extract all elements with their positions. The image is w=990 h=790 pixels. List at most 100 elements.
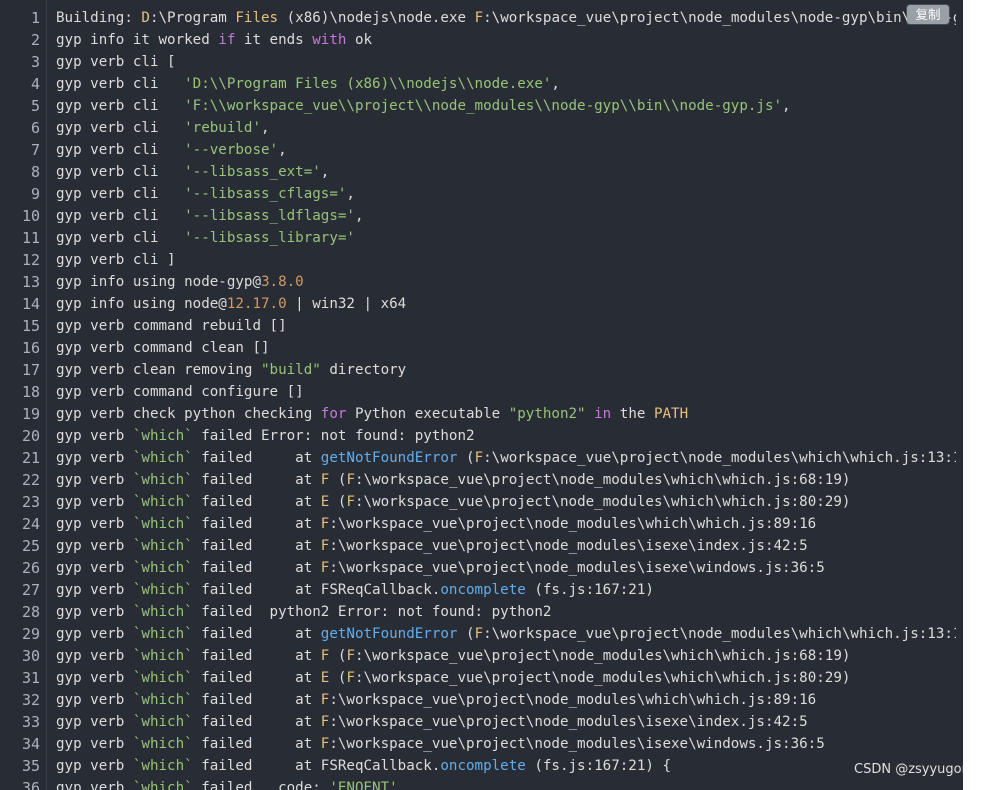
code-line: 7 gyp verb cli '--verbose', <box>0 139 963 161</box>
code-line: 29 gyp verb `which` failed at getNotFound… <box>0 623 963 645</box>
code-line: 25 gyp verb `which` failed at F:\workspac… <box>0 535 963 557</box>
code-token: directory <box>320 362 407 378</box>
code-token: F <box>346 670 355 686</box>
code-token: failed at <box>192 538 321 554</box>
code-text: gyp verb command configure [] <box>46 381 956 403</box>
code-line: 15 gyp verb command rebuild [] <box>0 315 963 337</box>
code-token: F <box>346 494 355 510</box>
code-token: failed at <box>192 736 321 752</box>
code-token: gyp verb <box>56 450 133 466</box>
code-token: gyp info it worked <box>56 32 219 48</box>
line-number: 3 <box>30 53 40 71</box>
code-token: 'rebuild' <box>184 120 261 136</box>
line-number: 9 <box>30 185 40 203</box>
code-token: gyp info using node-gyp@ <box>56 274 261 290</box>
line-number: 34 <box>21 735 40 753</box>
code-token: , <box>261 120 270 136</box>
code-token: `which` <box>132 692 193 708</box>
code-token: `which` <box>132 516 193 532</box>
code-token: :\Program <box>149 10 236 26</box>
line-number: 36 <box>21 779 40 790</box>
code-text: gyp verb cli [ <box>46 51 956 73</box>
code-token: `which` <box>132 780 193 790</box>
code-token: getNotFoundError <box>320 450 458 466</box>
line-number: 29 <box>21 625 40 643</box>
code-token: `which` <box>132 494 193 510</box>
code-token: gyp verb <box>56 472 133 488</box>
code-line: 34 gyp verb `which` failed at F:\workspac… <box>0 733 963 755</box>
code-text: gyp verb `which` failed at getNotFoundEr… <box>46 447 956 469</box>
page: 1 Building: D:\Program Files (x86)\nodejs… <box>0 0 990 790</box>
copy-button[interactable]: 复制 <box>907 5 949 24</box>
code-line: 21 gyp verb `which` failed at getNotFound… <box>0 447 963 469</box>
code-token: gyp verb cli <box>56 76 185 92</box>
code-token: , <box>320 164 330 180</box>
code-token: ( <box>457 450 475 466</box>
line-number: 10 <box>21 207 40 225</box>
code-token: failed at <box>192 472 321 488</box>
code-line: 35 gyp verb `which` failed at FSReqCallba… <box>0 755 963 777</box>
line-number: 35 <box>21 757 40 775</box>
code-token: 'ENOENT' <box>329 780 398 790</box>
code-text: gyp verb cli 'F:\\workspace_vue\\project… <box>46 95 956 117</box>
code-token: with <box>312 32 347 48</box>
code-token: failed at FSReqCallback. <box>192 582 441 598</box>
code-text: gyp verb check python checking for Pytho… <box>46 403 956 425</box>
code-text: gyp verb `which` failed code: 'ENOENT' <box>46 777 956 790</box>
code-line: 13 gyp info using node-gyp@3.8.0 <box>0 271 963 293</box>
watermark: CSDN @zsyyugong <box>854 762 979 777</box>
line-number: 30 <box>21 647 40 665</box>
code-token: failed at FSReqCallback. <box>192 758 441 774</box>
line-number: 1 <box>30 9 40 27</box>
code-token: :\workspace_vue\project\node_modules\whi… <box>354 670 851 686</box>
code-line: 5 gyp verb cli 'F:\\workspace_vue\\projec… <box>0 95 963 117</box>
code-token: gyp verb <box>56 780 133 790</box>
code-token: gyp verb <box>56 626 133 642</box>
line-number: 6 <box>30 119 40 137</box>
code-text: gyp verb clean removing "build" director… <box>46 359 956 381</box>
code-token: `which` <box>132 714 193 730</box>
line-number: 12 <box>21 251 40 269</box>
code-text: gyp verb `which` failed at E (F:\workspa… <box>46 491 956 513</box>
code-text: gyp verb `which` failed at F:\workspace_… <box>46 535 956 557</box>
code-line: 24 gyp verb `which` failed at F:\workspac… <box>0 513 963 535</box>
code-text: gyp verb command rebuild [] <box>46 315 956 337</box>
code-text: gyp verb cli 'rebuild', <box>46 117 956 139</box>
code-token: gyp verb <box>56 582 133 598</box>
code-token: gyp verb cli <box>56 186 185 202</box>
code-line: 14 gyp info using node@12.17.0 | win32 | … <box>0 293 963 315</box>
code-token: , <box>278 142 287 158</box>
code-text: Building: D:\Program Files (x86)\nodejs\… <box>46 7 956 29</box>
code-token: gyp info using node@ <box>56 296 227 312</box>
code-text: gyp verb cli '--libsass_ext=', <box>46 161 956 183</box>
code-token: :\workspace_vue\project\node_modules\whi… <box>354 494 851 510</box>
code-line: 10 gyp verb cli '--libsass_ldflags=', <box>0 205 963 227</box>
code-token: 12.17.0 <box>226 296 287 312</box>
code-text: gyp verb `which` failed Error: not found… <box>46 425 956 447</box>
code-line: 32 gyp verb `which` failed at F:\workspac… <box>0 689 963 711</box>
line-number: 21 <box>21 449 40 467</box>
code-token: F <box>346 472 355 488</box>
code-text: gyp verb `which` failed at E (F:\workspa… <box>46 667 956 689</box>
code-token: gyp verb <box>56 604 133 620</box>
code-token: (fs.js:167:21) { <box>525 758 672 774</box>
line-number: 17 <box>21 361 40 379</box>
code-token: oncomplete <box>440 582 526 598</box>
code-line: 2 gyp info it worked if it ends with ok <box>0 29 963 51</box>
code-token: gyp verb <box>56 692 133 708</box>
code-lines: 1 Building: D:\Program Files (x86)\nodejs… <box>0 7 963 790</box>
code-token: failed at <box>192 450 321 466</box>
code-text: gyp verb command clean [] <box>46 337 956 359</box>
code-text: gyp verb `which` failed at F:\workspace_… <box>46 689 956 711</box>
line-number: 19 <box>21 405 40 423</box>
code-line: 27 gyp verb `which` failed at FSReqCallba… <box>0 579 963 601</box>
line-number: 14 <box>21 295 40 313</box>
code-token: gyp verb cli [ <box>56 54 176 70</box>
code-token: ( <box>329 648 347 664</box>
code-line: 8 gyp verb cli '--libsass_ext=', <box>0 161 963 183</box>
code-line: 33 gyp verb `which` failed at F:\workspac… <box>0 711 963 733</box>
code-token: gyp verb <box>56 428 133 444</box>
code-block[interactable]: 1 Building: D:\Program Files (x86)\nodejs… <box>0 0 963 790</box>
code-token: gyp verb command rebuild [] <box>56 318 287 334</box>
